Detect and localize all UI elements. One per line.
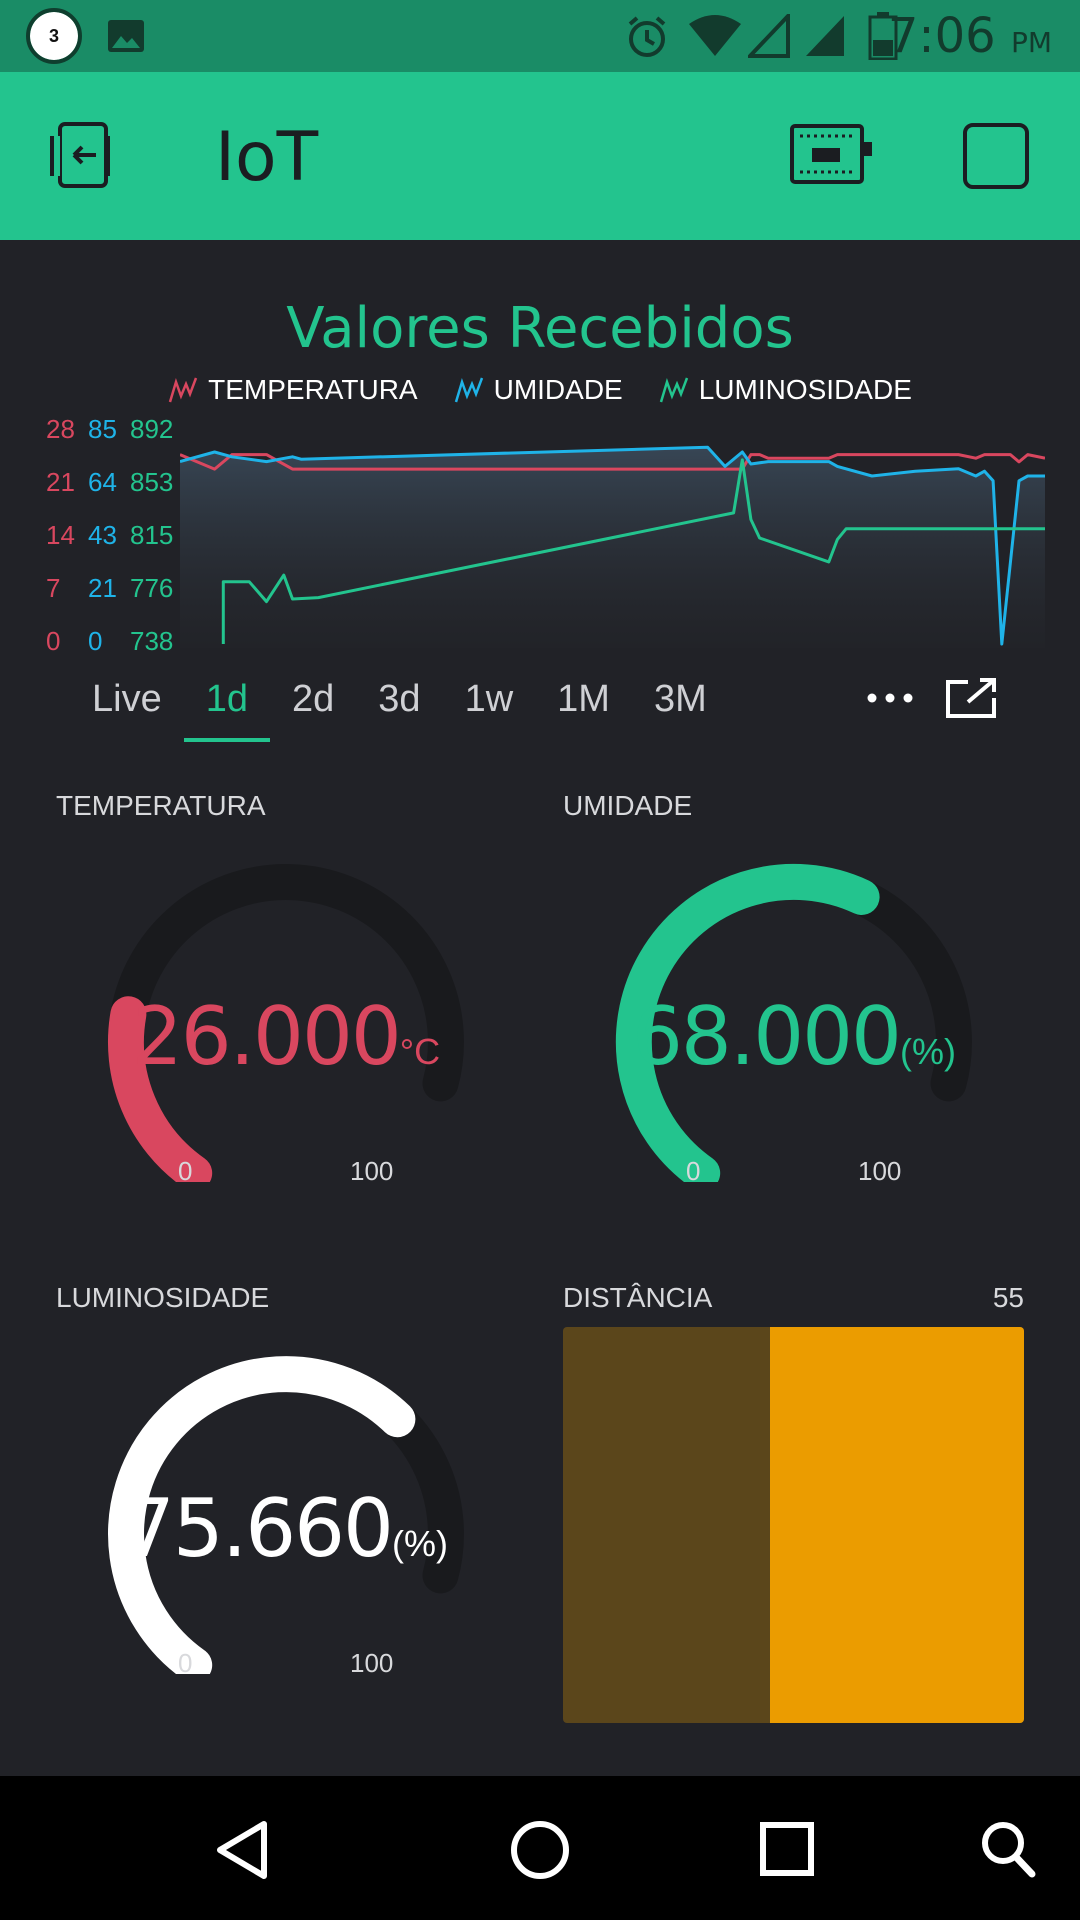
legend-label: TEMPERATURA bbox=[208, 374, 418, 405]
alarm-icon bbox=[628, 16, 666, 57]
open-external-icon[interactable] bbox=[944, 676, 1000, 720]
tab-3d[interactable]: 3d bbox=[356, 668, 442, 738]
app-bar: IoT bbox=[0, 72, 1080, 240]
level-label: DISTÂNCIA bbox=[563, 1282, 713, 1313]
y-tick-umidade: 21 bbox=[88, 573, 117, 603]
gauge-max: 100 bbox=[350, 1648, 394, 1678]
chart-area-fill bbox=[180, 447, 1045, 648]
page-title: IoT bbox=[215, 118, 319, 197]
gauge-label-umidade: UMIDADE bbox=[563, 790, 693, 821]
legend-item-umidade[interactable]: UMIDADE bbox=[454, 374, 623, 406]
gauge-max: 100 bbox=[858, 1156, 902, 1186]
search-icon[interactable] bbox=[980, 1820, 1036, 1878]
gauge-min: 0 bbox=[178, 1156, 193, 1186]
period-tabs: Live 1d 2d 3d 1w 1M 3M bbox=[70, 668, 729, 742]
gauge-label-luminosidade: LUMINOSIDADE bbox=[56, 1282, 270, 1313]
more-horizontal-icon[interactable] bbox=[864, 686, 916, 710]
tab-1d[interactable]: 1d bbox=[183, 668, 271, 742]
gauge-unit: (%) bbox=[391, 1523, 448, 1564]
y-tick-umidade: 0 bbox=[88, 626, 103, 656]
chart-legend: TEMPERATURA UMIDADE LUMINOSIDADE bbox=[0, 374, 1080, 406]
legend-label: LUMINOSIDADE bbox=[698, 374, 912, 405]
tab-1m[interactable]: 1M bbox=[535, 668, 632, 738]
y-tick-luminosidade: 853 bbox=[130, 467, 174, 497]
y-tick-luminosidade: 815 bbox=[130, 520, 174, 550]
tab-3m[interactable]: 3M bbox=[632, 668, 729, 738]
y-tick-temperatura: 14 bbox=[46, 520, 75, 550]
gauge-value: 75.660 bbox=[124, 1482, 394, 1575]
tab-1w[interactable]: 1w bbox=[443, 668, 536, 738]
tab-2d[interactable]: 2d bbox=[270, 668, 356, 738]
gauge-readout: 26.000°C bbox=[86, 990, 486, 1083]
gauge-min: 0 bbox=[686, 1156, 701, 1186]
image-icon bbox=[108, 20, 144, 52]
home-circle-icon[interactable] bbox=[510, 1820, 570, 1880]
gauge-unit: °C bbox=[399, 1031, 441, 1072]
legend-item-luminosidade[interactable]: LUMINOSIDADE bbox=[659, 374, 912, 406]
gauge-value: 68.000 bbox=[632, 990, 902, 1083]
navigation-bar bbox=[0, 1776, 1080, 1920]
signal-icon bbox=[806, 16, 844, 56]
stop-square-icon[interactable] bbox=[962, 122, 1030, 190]
y-tick-umidade: 85 bbox=[88, 414, 117, 444]
y-tick-luminosidade: 892 bbox=[130, 414, 174, 444]
gauge-min: 0 bbox=[178, 1648, 193, 1678]
status-bar: 3 7:06 PM bbox=[0, 0, 1080, 72]
gauge-readout: 75.660(%) bbox=[86, 1482, 486, 1575]
y-tick-luminosidade: 738 bbox=[130, 626, 174, 656]
clock-time: 7:06 bbox=[887, 8, 996, 64]
chart-title: Valores Recebidos bbox=[286, 296, 794, 361]
back-triangle-icon[interactable] bbox=[214, 1820, 270, 1880]
y-tick-temperatura: 21 bbox=[46, 467, 75, 497]
line-chart-icon bbox=[659, 377, 688, 403]
line-chart-icon bbox=[168, 377, 198, 403]
level-bar bbox=[563, 1327, 1024, 1723]
clock-ampm: PM bbox=[1010, 26, 1052, 59]
notification-badge: 3 bbox=[26, 8, 82, 64]
clock: 7:06 PM bbox=[888, 8, 1052, 64]
gauge-value: 26.000 bbox=[131, 990, 402, 1083]
y-tick-umidade: 64 bbox=[88, 467, 117, 497]
y-tick-temperatura: 28 bbox=[46, 414, 75, 444]
legend-label: UMIDADE bbox=[493, 374, 623, 405]
device-icon[interactable] bbox=[790, 124, 874, 184]
tab-live[interactable]: Live bbox=[70, 668, 184, 738]
wifi-icon bbox=[689, 15, 741, 56]
chart-y-axes: 28 21 14 7 0 85 64 43 21 0 892 853 815 7… bbox=[36, 414, 180, 656]
gauge-max: 100 bbox=[350, 1156, 394, 1186]
gauge-readout: 68.000(%) bbox=[594, 990, 994, 1083]
gauge-label-temperatura: TEMPERATURA bbox=[56, 790, 266, 821]
level-value: 55 bbox=[992, 1282, 1024, 1313]
history-chart[interactable] bbox=[180, 430, 1045, 648]
y-tick-temperatura: 7 bbox=[46, 573, 61, 603]
level-fill bbox=[770, 1327, 1024, 1723]
gauge-unit: (%) bbox=[899, 1031, 956, 1072]
line-chart-icon bbox=[454, 377, 483, 403]
y-tick-temperatura: 0 bbox=[46, 626, 61, 656]
legend-item-temperatura[interactable]: TEMPERATURA bbox=[168, 374, 418, 406]
y-tick-umidade: 43 bbox=[88, 520, 117, 550]
y-tick-luminosidade: 776 bbox=[130, 573, 174, 603]
recents-square-icon[interactable] bbox=[760, 1822, 814, 1876]
exit-icon[interactable] bbox=[48, 122, 120, 188]
signal-empty-icon bbox=[748, 14, 790, 58]
